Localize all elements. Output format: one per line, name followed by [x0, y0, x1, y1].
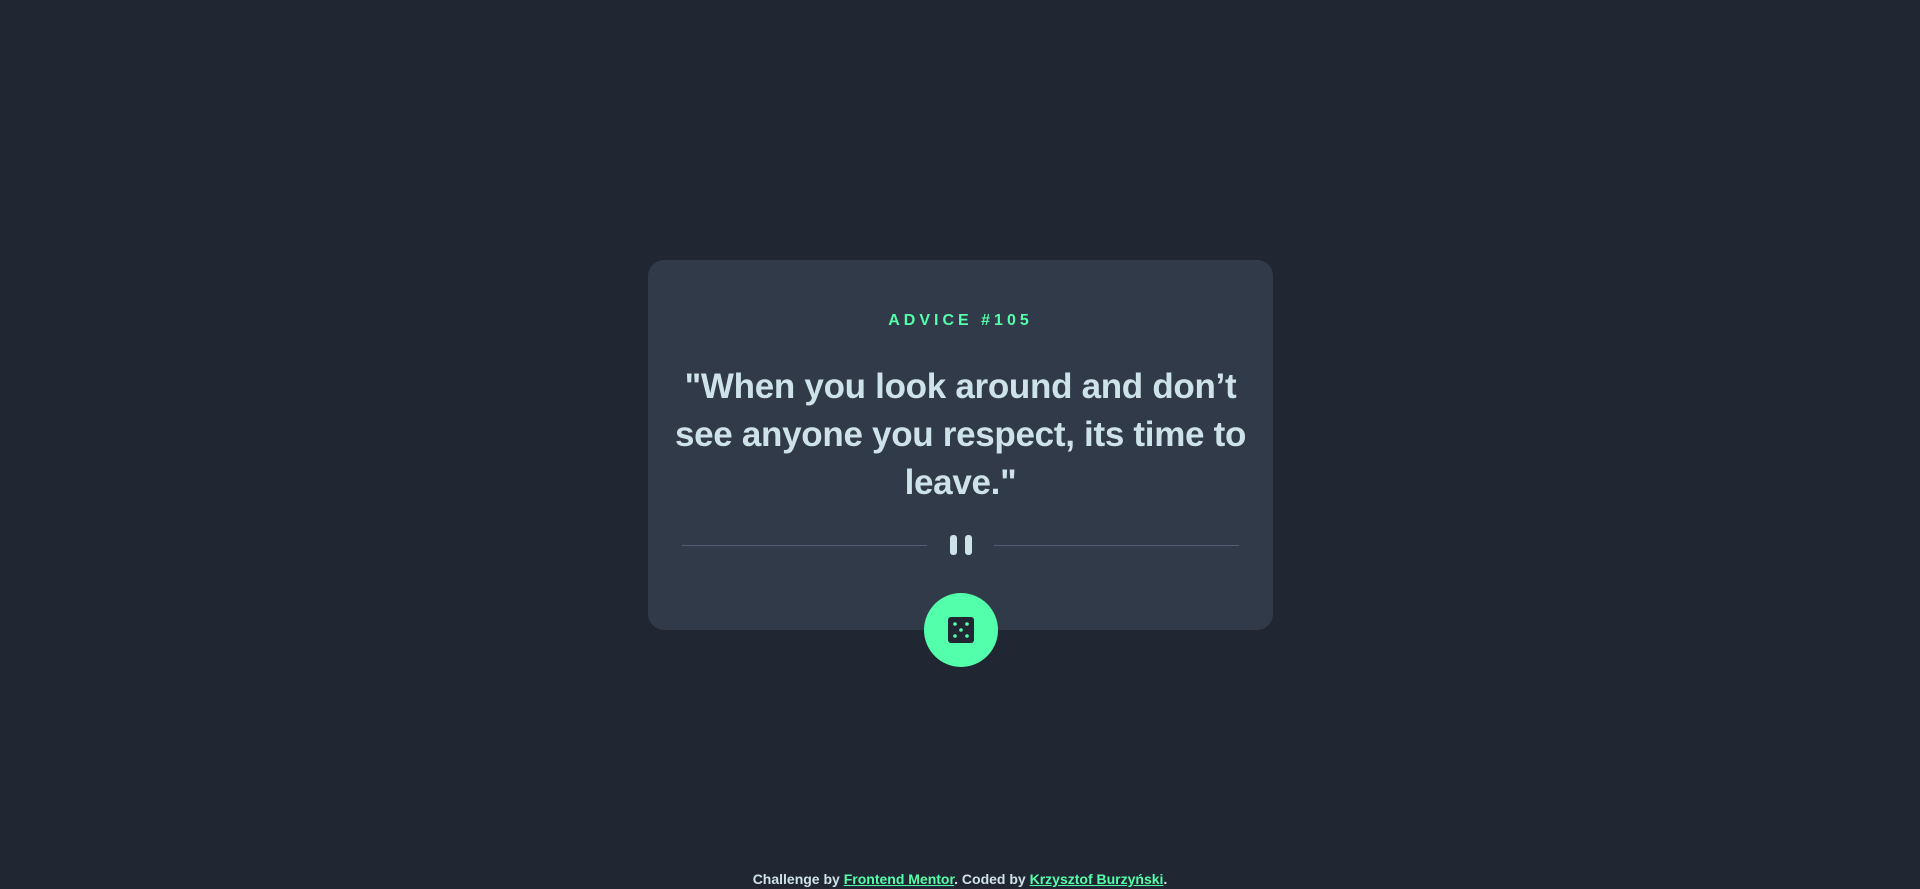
attribution-footer: Challenge by Frontend Mentor. Coded by K… [0, 869, 1920, 889]
divider-line-left [682, 545, 927, 546]
new-advice-button[interactable] [923, 593, 998, 667]
footer-coded-prefix: . Coded by [954, 871, 1030, 887]
advice-card: ADVICE #105 "When you look around and do… [648, 260, 1273, 667]
frontend-mentor-link[interactable]: Frontend Mentor [844, 871, 954, 887]
divider-line-right [994, 545, 1239, 546]
author-link[interactable]: Krzysztof Burzyński [1030, 871, 1164, 887]
footer-suffix: . [1163, 871, 1168, 887]
pause-icon [948, 535, 974, 555]
advice-quote: "When you look around and don’t see anyo… [674, 367, 1247, 502]
page: ADVICE #105 "When you look around and do… [0, 0, 1920, 889]
footer-challenge-prefix: Challenge by [752, 871, 844, 887]
divider [682, 535, 1239, 555]
dice-icon [947, 617, 974, 643]
advice-number: ADVICE #105 [888, 312, 1033, 329]
